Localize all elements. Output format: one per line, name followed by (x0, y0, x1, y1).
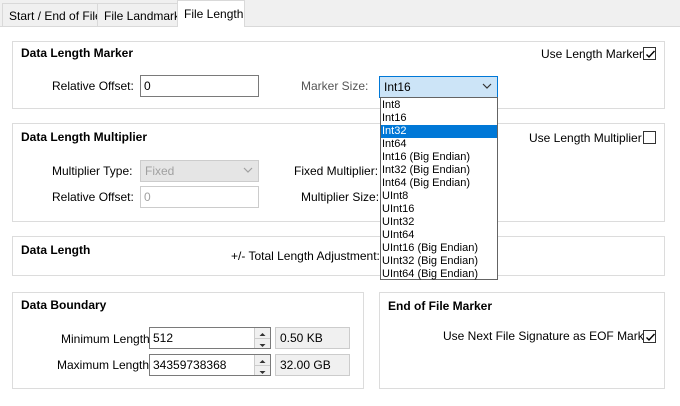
marker-size-dropdown-list: Int8 Int16 Int32 Int64 Int16 (Big Endian) Int… (380, 97, 498, 280)
marker-size-option[interactable]: UInt16 (381, 203, 497, 216)
checkmark-icon (646, 333, 656, 342)
marker-size-option[interactable]: UInt32 (Big Endian) (381, 255, 497, 268)
tab-start-end-of-file[interactable]: Start / End of File (2, 3, 102, 26)
marker-size-option[interactable]: UInt64 (Big Endian) (381, 268, 497, 281)
maximum-length-value: 34359738368 (153, 358, 227, 372)
increment-button[interactable] (255, 328, 270, 338)
stepper-buttons (254, 328, 270, 348)
marker-size-option[interactable]: Int8 (381, 99, 497, 112)
multiplier-size-label: Multiplier Size: (301, 190, 380, 204)
use-eof-signature-checkbox[interactable] (643, 330, 656, 343)
multiplier-relative-offset-label: Relative Offset: (52, 190, 134, 204)
minimum-length-value: 512 (153, 331, 174, 345)
use-length-multiplier-checkbox[interactable] (643, 131, 656, 144)
tab-label: Start / End of File (9, 9, 102, 23)
multiplier-relative-offset-input[interactable]: 0 (140, 186, 259, 208)
chevron-down-icon (243, 167, 253, 173)
tab-label: File Landmarks (104, 9, 187, 23)
multiplier-type-select[interactable]: Fixed (140, 160, 259, 182)
chevron-down-icon (259, 371, 266, 374)
total-length-adjustment-label: +/- Total Length Adjustment: (231, 249, 380, 263)
maximum-length-label: Maximum Length: (57, 358, 153, 372)
use-length-marker-checkbox[interactable] (643, 47, 656, 60)
chevron-down-icon (259, 344, 266, 347)
decrement-button[interactable] (255, 338, 270, 348)
multiplier-type-value: Fixed (145, 164, 175, 178)
increment-button[interactable] (255, 355, 270, 365)
relative-offset-label: Relative Offset: (52, 79, 134, 93)
marker-size-option[interactable]: UInt64 (381, 229, 497, 242)
maximum-length-stepper[interactable]: 34359738368 (149, 354, 271, 376)
marker-size-option[interactable]: Int64 (Big Endian) (381, 177, 497, 190)
data-boundary-title: Data Boundary (21, 298, 107, 312)
minimum-length-label: Minimum Length: (61, 332, 154, 346)
data-length-multiplier-title: Data Length Multiplier (21, 130, 147, 144)
marker-size-option[interactable]: Int16 (381, 112, 497, 125)
marker-size-option[interactable]: UInt8 (381, 190, 497, 203)
marker-size-option[interactable]: Int64 (381, 138, 497, 151)
chevron-down-icon (482, 83, 492, 89)
minimum-length-stepper[interactable]: 512 (149, 327, 271, 349)
maximum-length-display: 32.00 GB (275, 354, 350, 376)
use-length-multiplier-label[interactable]: Use Length Multiplier (529, 131, 642, 145)
use-length-marker-label[interactable]: Use Length Marker (541, 47, 643, 61)
use-eof-signature-label[interactable]: Use Next File Signature as EOF Marker (443, 329, 654, 343)
stepper-buttons (254, 355, 270, 375)
marker-size-value: Int16 (384, 80, 411, 94)
multiplier-type-label: Multiplier Type: (52, 164, 133, 178)
minimum-length-display: 0.50 KB (275, 327, 350, 349)
marker-size-option[interactable]: UInt16 (Big Endian) (381, 242, 497, 255)
fixed-multiplier-label: Fixed Multiplier: (294, 164, 379, 178)
marker-size-select[interactable]: Int16 (379, 76, 498, 98)
data-length-title: Data Length (21, 243, 91, 257)
relative-offset-input[interactable]: 0 (140, 75, 259, 97)
data-length-marker-title: Data Length Marker (21, 46, 134, 60)
checkmark-icon (646, 50, 656, 59)
tab-file-length[interactable]: File Length (177, 0, 245, 27)
decrement-button[interactable] (255, 365, 270, 375)
marker-size-option[interactable]: UInt32 (381, 216, 497, 229)
tab-file-landmarks[interactable]: File Landmarks (97, 3, 186, 26)
tab-label: File Length (184, 7, 244, 21)
marker-size-option[interactable]: Int32 (381, 125, 497, 138)
eof-marker-title: End of File Marker (388, 299, 493, 313)
marker-size-label: Marker Size: (301, 79, 369, 93)
marker-size-option[interactable]: Int32 (Big Endian) (381, 164, 497, 177)
marker-size-option[interactable]: Int16 (Big Endian) (381, 151, 497, 164)
